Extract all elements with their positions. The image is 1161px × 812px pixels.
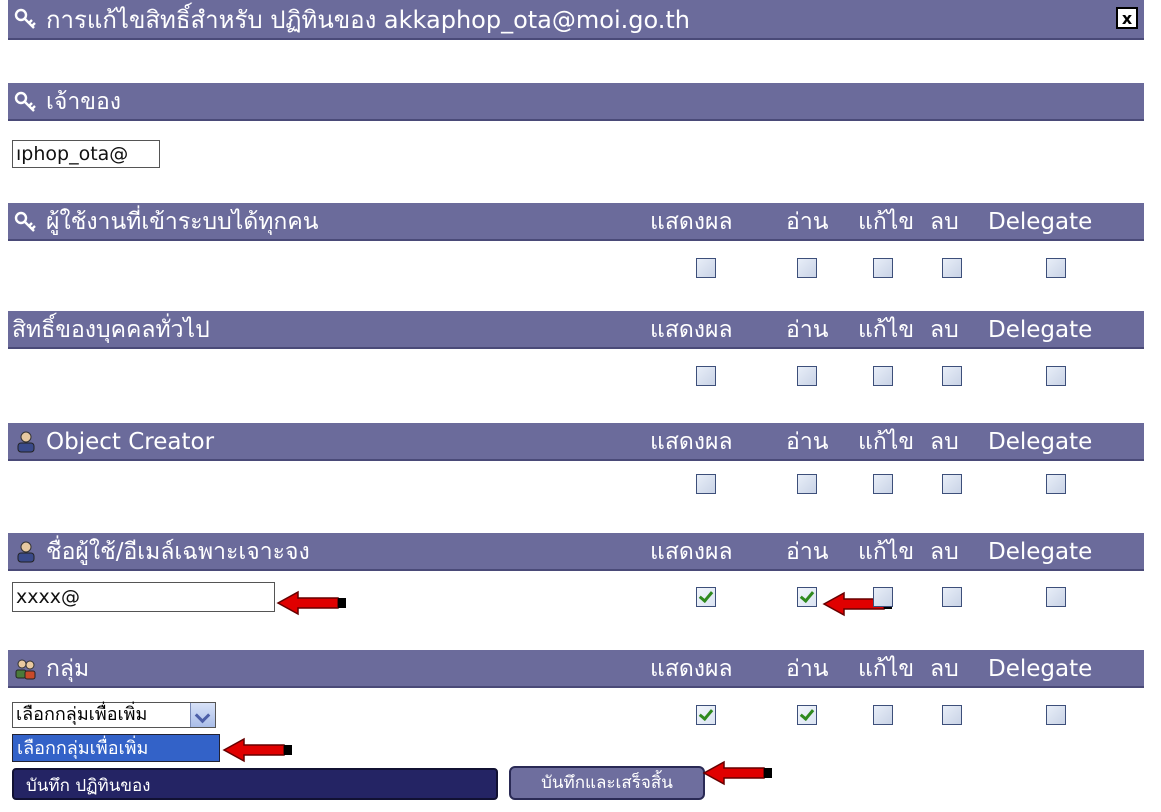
col-header-delegate: Delegate — [988, 539, 1093, 565]
section-label: กลุ่ม — [46, 656, 90, 682]
col-header-display: แสดงผล — [650, 209, 733, 235]
col-header-edit: แก้ไข — [858, 656, 915, 682]
checkbox-delete[interactable] — [942, 366, 962, 386]
checkbox-read[interactable] — [797, 474, 817, 494]
checkbox-edit[interactable] — [873, 258, 893, 278]
dialog-title-bar: การแก้ไขสิทธิ์สำหรับ ปฏิทินของ akkaphop_… — [8, 0, 1144, 40]
owner-field[interactable]: ıphop_ota@ — [12, 140, 160, 168]
col-header-display: แสดงผล — [650, 656, 733, 682]
col-header-edit: แก้ไข — [858, 539, 915, 565]
checkbox-delegate[interactable] — [1046, 258, 1066, 278]
chevron-down-icon[interactable] — [190, 703, 215, 727]
checkbox-delete[interactable] — [942, 258, 962, 278]
col-header-delegate: Delegate — [988, 429, 1093, 455]
col-header-delete: ลบ — [930, 539, 959, 565]
col-header-read: อ่าน — [786, 429, 829, 455]
group-select-option[interactable]: เลือกกลุ่มเพื่อเพิ่ม — [12, 734, 220, 762]
col-header-delegate: Delegate — [988, 317, 1093, 343]
col-header-edit: แก้ไข — [858, 429, 915, 455]
owner-header: เจ้าของ — [8, 83, 1144, 121]
col-header-edit: แก้ไข — [858, 317, 915, 343]
col-header-read: อ่าน — [786, 539, 829, 565]
section-header-object-creator: Object Creator แสดงผล อ่าน แก้ไข ลบ Dele… — [8, 423, 1144, 461]
col-header-display: แสดงผล — [650, 429, 733, 455]
section-label: ชื่อผู้ใช้/อีเมล์เฉพาะเจาะจง — [46, 539, 310, 565]
checkbox-delegate[interactable] — [1046, 474, 1066, 494]
section-header-specific-user: ชื่อผู้ใช้/อีเมล์เฉพาะเจาะจง แสดงผล อ่าน… — [8, 533, 1144, 571]
checkbox-display[interactable] — [696, 474, 716, 494]
checkbox-edit[interactable] — [873, 366, 893, 386]
col-header-delegate: Delegate — [988, 209, 1093, 235]
col-header-display: แสดงผล — [650, 317, 733, 343]
user-icon — [17, 431, 35, 453]
close-button[interactable]: x — [1116, 7, 1138, 29]
group-icon — [15, 659, 36, 680]
checkbox-delete[interactable] — [942, 705, 962, 725]
checkbox-delegate[interactable] — [1046, 705, 1066, 725]
close-icon: x — [1121, 9, 1133, 28]
col-header-delete: ลบ — [930, 317, 959, 343]
checkbox-edit[interactable] — [873, 705, 893, 725]
red-arrow-icon — [702, 760, 772, 786]
save-calendar-button[interactable]: บันทึก ปฏิทินของ — [12, 768, 498, 800]
col-header-delegate: Delegate — [988, 656, 1093, 682]
section-label: Object Creator — [46, 429, 215, 455]
checkbox-read[interactable] — [797, 258, 817, 278]
col-header-display: แสดงผล — [650, 539, 733, 565]
key-icon — [14, 211, 36, 232]
checkbox-display[interactable] — [696, 258, 716, 278]
checkbox-delete[interactable] — [942, 587, 962, 607]
checkbox-delegate[interactable] — [1046, 366, 1066, 386]
section-header-all-users: ผู้ใช้งานที่เข้าระบบได้ทุกคน แสดงผล อ่าน… — [8, 203, 1144, 241]
checkbox-edit[interactable] — [873, 587, 893, 607]
group-select[interactable]: เลือกกลุ่มเพื่อเพิ่ม — [12, 702, 216, 728]
checkbox-display[interactable] — [696, 705, 716, 725]
section-header-group: กลุ่ม แสดงผล อ่าน แก้ไข ลบ Delegate — [8, 650, 1144, 688]
section-label: ผู้ใช้งานที่เข้าระบบได้ทุกคน — [46, 209, 319, 235]
red-arrow-icon — [276, 590, 346, 616]
checkbox-read[interactable] — [797, 366, 817, 386]
section-header-public: สิทธิ์ของบุคคลทั่วไป แสดงผล อ่าน แก้ไข ล… — [8, 311, 1144, 349]
red-arrow-icon — [222, 737, 292, 763]
section-label: สิทธิ์ของบุคคลทั่วไป — [12, 317, 210, 343]
dialog-title: การแก้ไขสิทธิ์สำหรับ ปฏิทินของ akkaphop_… — [46, 6, 690, 34]
col-header-read: อ่าน — [786, 317, 829, 343]
checkbox-delegate[interactable] — [1046, 587, 1066, 607]
checkbox-delete[interactable] — [942, 474, 962, 494]
checkbox-edit[interactable] — [873, 474, 893, 494]
user-icon — [17, 541, 35, 563]
col-header-delete: ลบ — [930, 656, 959, 682]
group-select-value: เลือกกลุ่มเพื่อเพิ่ม — [16, 704, 148, 725]
checkbox-display[interactable] — [696, 587, 716, 607]
user-email-input[interactable]: xxxx@ — [12, 582, 275, 612]
col-header-edit: แก้ไข — [858, 209, 915, 235]
col-header-read: อ่าน — [786, 209, 829, 235]
col-header-delete: ลบ — [930, 209, 959, 235]
col-header-read: อ่าน — [786, 656, 829, 682]
col-header-delete: ลบ — [930, 429, 959, 455]
owner-label: เจ้าของ — [46, 89, 122, 115]
key-icon — [14, 8, 36, 29]
checkbox-read[interactable] — [797, 705, 817, 725]
checkbox-read[interactable] — [797, 587, 817, 607]
key-icon — [14, 91, 36, 112]
checkbox-display[interactable] — [696, 366, 716, 386]
save-and-finish-button[interactable]: บันทึกและเสร็จสิ้น — [509, 766, 705, 800]
